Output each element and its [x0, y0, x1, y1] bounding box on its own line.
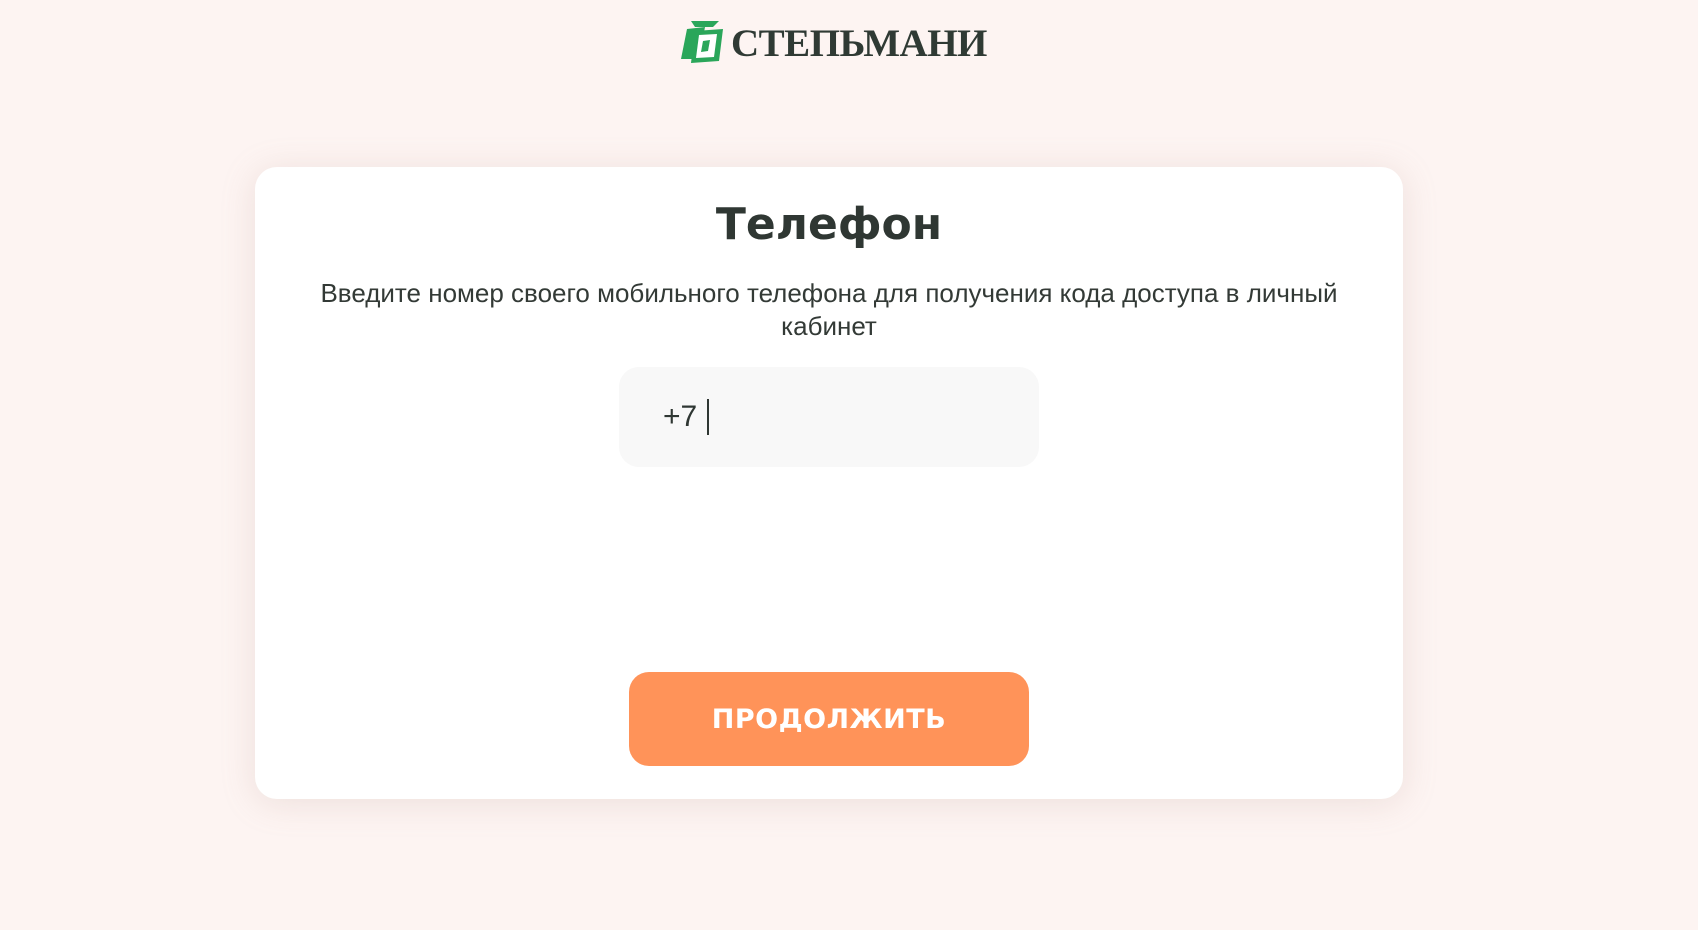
brand-logo[interactable]: СТЕПЬМАНИ: [677, 14, 987, 68]
brand-name: СТЕПЬМАНИ: [731, 21, 987, 65]
phone-input[interactable]: [705, 395, 1006, 439]
text-cursor: [707, 399, 709, 435]
money-bill-icon: [681, 21, 723, 63]
country-code-prefix: +7: [663, 400, 698, 433]
login-card: Телефон Введите номер своего мобильного …: [255, 167, 1403, 799]
header: СТЕПЬМАНИ: [0, 0, 1698, 110]
continue-button[interactable]: ПРОДОЛЖИТЬ: [629, 672, 1029, 766]
phone-field[interactable]: +7: [619, 367, 1039, 467]
instruction-text: Введите номер своего мобильного телефона…: [320, 278, 1338, 341]
page-title: Телефон: [715, 199, 943, 250]
